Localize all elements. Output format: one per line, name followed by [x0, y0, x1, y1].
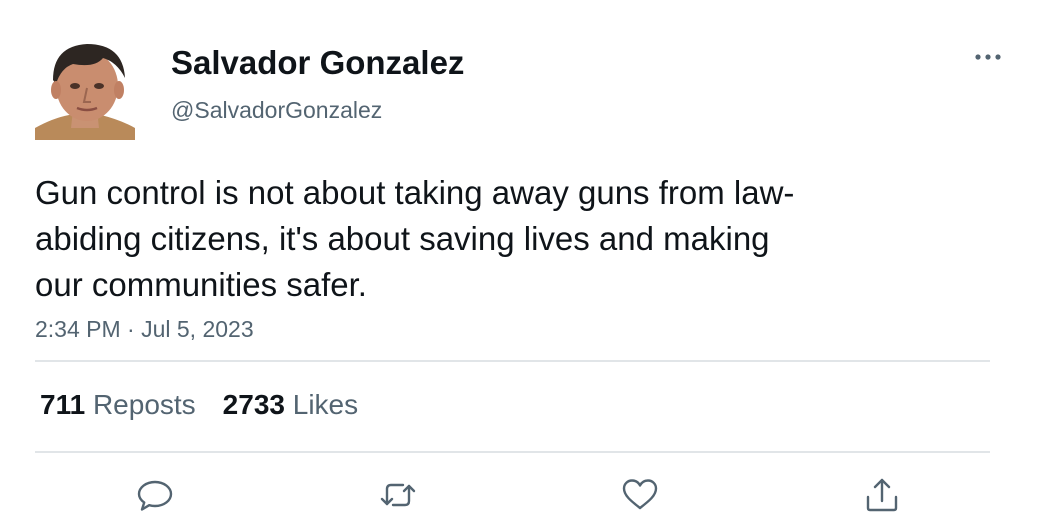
repost-icon [380, 483, 416, 507]
avatar[interactable] [35, 40, 135, 140]
divider [35, 451, 990, 453]
reply-icon [137, 480, 173, 511]
display-name[interactable]: Salvador Gonzalez [171, 42, 464, 84]
like-button[interactable] [618, 473, 662, 517]
reply-button[interactable] [134, 473, 178, 517]
likes-label: Likes [292, 389, 359, 420]
divider [35, 360, 990, 362]
engagement-stats: 711 Reposts 2733 Likes [40, 385, 385, 425]
repost-button[interactable] [376, 473, 420, 517]
avatar-image [35, 40, 135, 140]
likes-count: 2733 [222, 389, 285, 420]
heart-icon [622, 479, 658, 510]
share-icon [866, 478, 898, 512]
more-icon [975, 54, 1001, 60]
user-handle[interactable]: @SalvadorGonzalez [171, 95, 382, 125]
more-options-button[interactable] [968, 44, 1008, 70]
reposts-stat[interactable]: 711 Reposts [40, 385, 196, 425]
reposts-label: Reposts [92, 389, 196, 420]
tweet-card: Salvador Gonzalez @SalvadorGonzalez Gun … [0, 0, 1050, 525]
likes-stat[interactable]: 2733 Likes [223, 385, 358, 425]
tweet-text: Gun control is not about taking away gun… [35, 174, 795, 303]
share-button[interactable] [860, 473, 904, 517]
tweet-timestamp[interactable]: 2:34 PM · Jul 5, 2023 [35, 314, 254, 344]
reposts-count: 711 [40, 389, 86, 420]
